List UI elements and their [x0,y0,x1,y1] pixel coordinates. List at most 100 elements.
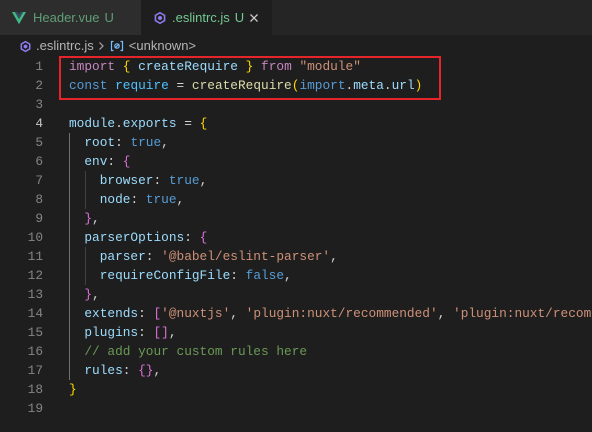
code-line[interactable]: 8 node: true, [0,190,592,209]
code-line[interactable]: 7 browser: true, [0,171,592,190]
variable-token: module [69,116,116,131]
line-text: env: { [69,152,592,171]
code-editor[interactable]: 1 import { createRequire } from "module" 2… [0,57,592,418]
line-number: 17 [27,363,43,378]
eslint-icon [19,40,32,53]
symbol-variable-icon [109,38,125,54]
bracket-token: } [84,211,93,226]
plain-token: : [138,306,154,321]
line-number: 1 [35,59,43,74]
line-text: parser: '@babel/eslint-parser', [69,247,592,266]
code-line[interactable]: 10 parserOptions: { [0,228,592,247]
code-line[interactable]: 11 parser: '@babel/eslint-parser', [0,247,592,266]
line-number: 2 [35,78,43,93]
code-line[interactable]: 18} [0,380,592,399]
code-line[interactable]: 19 [0,399,592,418]
chevron-right-icon [94,38,108,54]
code-line[interactable]: 9 }, [0,209,592,228]
code-line[interactable]: 14 extends: ['@nuxtjs', 'plugin:nuxt/rec… [0,304,592,323]
plain-token: , [230,306,246,321]
plain-token: , [168,325,177,340]
plain-token: : [230,268,246,283]
variable-token: parser [99,249,146,264]
breadcrumb-symbol[interactable]: <unknown> [108,35,196,57]
bracket-token: } [84,287,93,302]
storage-token: true [168,173,200,188]
line-number: 6 [35,154,43,169]
line-number: 9 [35,211,43,226]
line-text: parserOptions: { [69,228,592,247]
close-icon[interactable] [240,4,268,31]
storage-token: true [130,135,162,150]
git-untracked-badge: U [104,10,114,25]
variable-token: parserOptions [84,230,185,245]
plain-token: , [92,211,100,226]
line-number: 19 [27,401,43,416]
plain-token: , [176,192,185,207]
breadcrumb-file-label: .eslintrc.js [36,38,94,53]
code-line[interactable]: 16 // add your custom rules here [0,342,592,361]
line-text: }, [69,209,592,228]
plain-token: : [145,249,162,264]
line-number: 12 [27,268,43,283]
line-number: 3 [35,97,43,112]
code-line[interactable]: 4 module.exports = { [0,114,592,133]
code-line[interactable]: 15 plugins: [], [0,323,592,342]
code-line[interactable]: 17 rules: {}, [0,361,592,380]
code-line[interactable]: 13 }, [0,285,592,304]
code-line[interactable]: 6 env: { [0,152,592,171]
line-number: 18 [27,382,43,397]
code-line[interactable]: 5 root: true, [0,133,592,152]
plain-token: . [115,116,123,131]
plain-token: , [153,363,162,378]
plain-token: : [115,135,131,150]
plain-token: , [330,249,338,264]
plain-token: : [130,192,146,207]
line-number: 4 [35,116,43,131]
line-text: requireConfigFile: false, [69,266,592,285]
breadcrumb-file[interactable]: .eslintrc.js [19,35,94,57]
string-token: '@babel/eslint-parser' [161,249,331,264]
tab-label: .eslintrc.js [172,10,230,25]
plain-token: , [161,135,169,150]
bracket-token: { [199,230,208,245]
bracket-token: { [122,154,131,169]
comment-token: // add your custom rules here [84,344,308,359]
line-text: } [69,380,592,399]
line-text: module.exports = { [69,114,592,133]
plain-token: , [199,173,208,188]
line-number: 5 [35,135,43,150]
variable-token: requireConfigFile [99,268,231,283]
line-text: extends: ['@nuxtjs', 'plugin:nuxt/recomm… [69,304,592,323]
line-number: 10 [27,230,43,245]
variable-token: node [99,192,131,207]
bracket-token: {} [138,363,154,378]
plain-token: = [176,116,200,131]
string-token: 'plugin:nuxt/recommended' [245,306,438,321]
plain-token: : [153,173,169,188]
tab-header-vue[interactable]: Header.vue U [0,0,141,35]
variable-token: browser [99,173,154,188]
storage-token: true [145,192,177,207]
variable-token: exports [122,116,177,131]
tab-eslintrc-js[interactable]: .eslintrc.js U [141,0,272,35]
variable-token: env [84,154,108,169]
bracket-token: } [69,382,77,397]
breadcrumb-symbol-label: <unknown> [128,38,197,53]
line-number: 15 [27,325,43,340]
storage-token: false [245,268,285,283]
line-number: 13 [27,287,43,302]
breadcrumb: .eslintrc.js <unknown> [0,35,592,57]
vue-icon [12,11,26,25]
code-line[interactable]: 12 requireConfigFile: false, [0,266,592,285]
variable-token: extends [84,306,139,321]
